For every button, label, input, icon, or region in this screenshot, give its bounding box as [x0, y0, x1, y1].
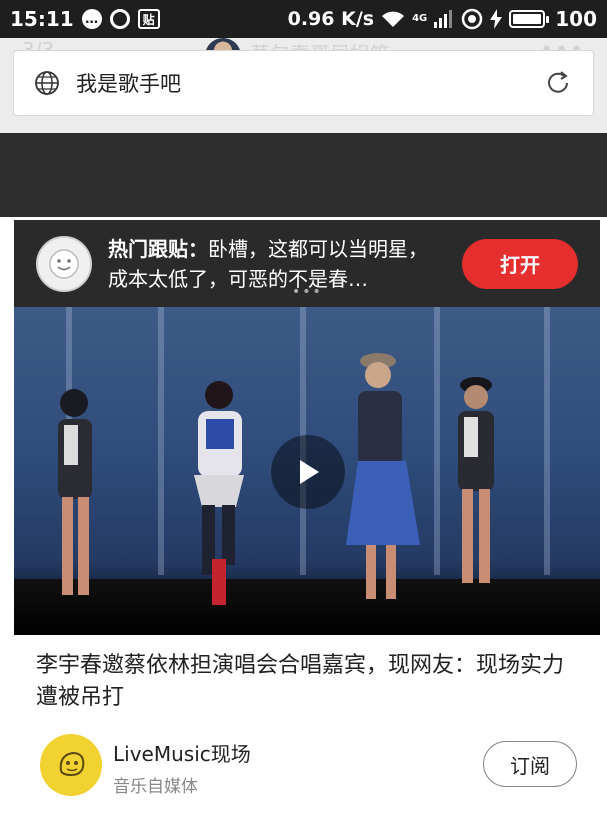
status-time: 15:11 [10, 7, 74, 31]
address-bar[interactable]: 我是歌手吧 [13, 50, 594, 116]
net-speed: 0.96 K/s [287, 8, 375, 30]
dancer-figure [458, 377, 494, 583]
message-icon: … [81, 9, 102, 29]
play-button[interactable] [271, 435, 345, 509]
subscribe-button[interactable]: 订阅 [483, 741, 577, 787]
dancer-figure [346, 353, 420, 599]
play-icon [300, 460, 319, 484]
tieba-icon: 贴 [137, 9, 160, 29]
status-bar: 15:11 … 贴 0.96 K/s 4G 100 [0, 0, 607, 38]
network-type: 4G [412, 13, 428, 24]
commenter-avatar [36, 235, 92, 292]
charging-icon [490, 9, 503, 29]
source-logo[interactable] [40, 734, 102, 796]
article-title[interactable]: 李宇春邀蔡依林担演唱会合唱嘉宾，现网友：现场实力遭被吊打 [36, 650, 576, 714]
loading-dots: ••• [292, 284, 323, 300]
hd-call-icon [462, 8, 483, 30]
battery-level: 100 [555, 7, 597, 31]
livemusic-logo-icon [59, 751, 85, 777]
open-button[interactable]: 打开 [462, 238, 578, 289]
dark-divider [0, 133, 607, 217]
source-name[interactable]: LiveMusic现场 [113, 738, 251, 767]
video-player[interactable] [14, 307, 600, 635]
dancer-figure [194, 381, 244, 605]
signal-icon [434, 10, 453, 28]
globe-icon [35, 71, 59, 95]
address-text: 我是歌手吧 [76, 72, 181, 96]
refresh-icon[interactable] [543, 68, 573, 98]
source-type: 音乐自媒体 [113, 777, 198, 797]
hot-comment-label: 热门跟贴： [108, 236, 208, 261]
hot-comment-banner[interactable]: 热门跟贴：卧槽，这都可以当明星，成本太低了，可恶的不是春… 打开 ••• [14, 220, 600, 307]
dancer-figure [58, 389, 92, 595]
page-header: 3/3 草包春哥凤姐笑 ••• 我是歌手吧 [0, 38, 607, 133]
smiley-icon [49, 248, 79, 279]
sync-icon [109, 9, 130, 29]
hot-comment-text: 热门跟贴：卧槽，这都可以当明星，成本太低了，可恶的不是春… [108, 234, 443, 294]
wifi-icon [382, 11, 405, 27]
stage-light-strip [544, 307, 550, 575]
battery-icon [509, 10, 550, 28]
